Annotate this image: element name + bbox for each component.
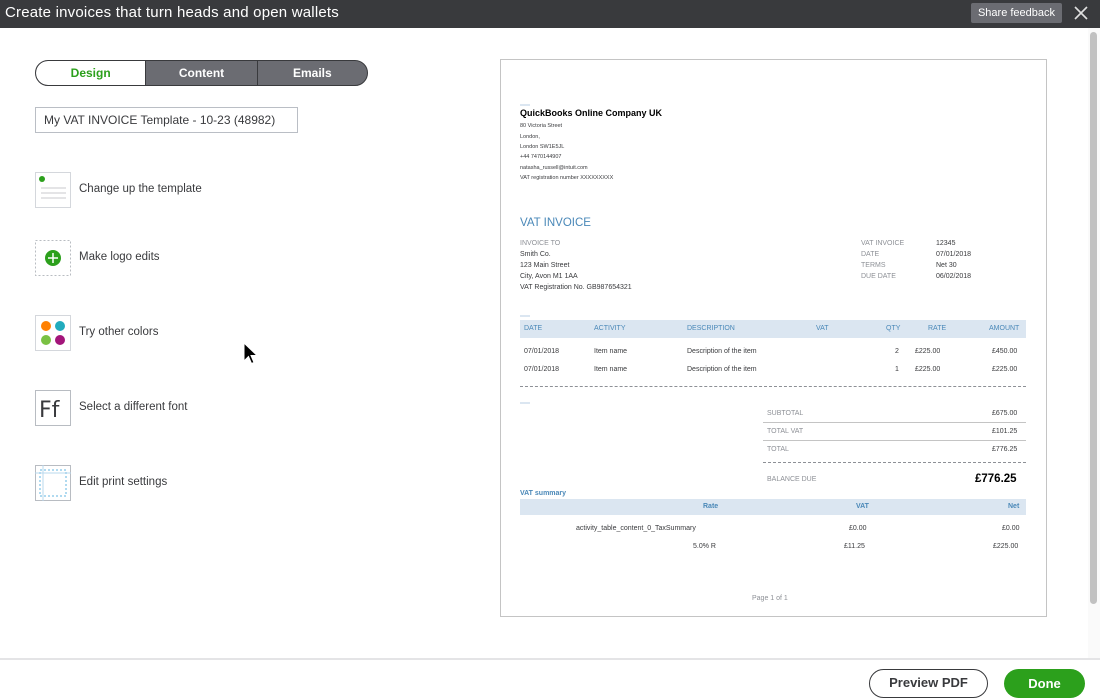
tab-bar: Design Content Emails	[35, 60, 368, 86]
totals-divider	[763, 422, 1026, 423]
template-icon	[35, 172, 71, 208]
font-icon: Ff	[35, 390, 71, 426]
vat-summary-title: VAT summary	[520, 490, 567, 497]
meta-label: VAT INVOICE	[861, 240, 905, 247]
meta-value: 07/01/2018	[936, 251, 972, 258]
vs-row-vat: £11.25	[844, 543, 865, 550]
meta-label: DUE DATE	[861, 273, 896, 280]
invoice-preview: QuickBooks Online Company UK 80 Victoria…	[500, 59, 1047, 617]
bill-to-line: Smith Co.	[520, 251, 551, 258]
logo-edits-option[interactable]: Make logo edits	[35, 240, 295, 276]
col-qty: QTY	[886, 325, 901, 332]
table-divider	[520, 386, 1026, 387]
company-phone: +44 7470144907	[520, 154, 562, 160]
option-label: Make logo edits	[79, 251, 160, 263]
row-rate: £225.00	[915, 348, 941, 355]
company-name: QuickBooks Online Company UK	[520, 108, 663, 118]
meta-value: 06/02/2018	[936, 273, 972, 280]
invoice-to-label: INVOICE TO	[520, 240, 561, 247]
meta-label: DATE	[861, 251, 880, 258]
col-activity: ACTIVITY	[594, 325, 626, 332]
meta-value: Net 30	[936, 262, 957, 269]
col-vat: VAT	[816, 325, 829, 332]
col-amount: AMOUNT	[989, 325, 1020, 332]
total-label: TOTAL	[767, 446, 789, 453]
totals-divider	[763, 440, 1026, 441]
color-palette-icon	[35, 315, 71, 351]
mouse-cursor-icon	[243, 342, 259, 365]
window-title: Create invoices that turn heads and open…	[5, 4, 339, 21]
col-date: DATE	[524, 325, 543, 332]
vs-col-vat: VAT	[856, 503, 869, 510]
vs-row-net: £0.00	[1002, 525, 1020, 532]
select-font-option[interactable]: Ff Select a different font	[35, 390, 295, 426]
row-amount: £225.00	[992, 366, 1018, 373]
row-qty: 1	[895, 366, 899, 373]
balance-due-label: BALANCE DUE	[767, 476, 817, 483]
row-activity: Item name	[594, 366, 628, 373]
vs-col-net: Net	[1008, 503, 1020, 510]
company-address-3: London SW1E5JL	[520, 144, 565, 150]
total-vat-label: TOTAL VAT	[767, 428, 804, 435]
option-label: Select a different font	[79, 401, 188, 413]
row-qty: 2	[895, 348, 899, 355]
table-marker	[520, 315, 530, 317]
print-settings-icon	[35, 465, 71, 501]
subtotal-value: £675.00	[992, 410, 1018, 417]
option-label: Change up the template	[79, 183, 202, 195]
logo-placeholder	[520, 104, 530, 106]
row-date: 07/01/2018	[524, 348, 560, 355]
invoice-title: VAT INVOICE	[520, 217, 591, 229]
tab-content[interactable]: Content	[145, 61, 256, 85]
title-bar: Create invoices that turn heads and open…	[0, 0, 1100, 28]
total-vat-value: £101.25	[992, 428, 1018, 435]
vs-row-vat: £0.00	[849, 525, 867, 532]
company-vat-reg: VAT registration number XXXXXXXXX	[520, 175, 614, 181]
col-rate: RATE	[928, 325, 947, 332]
template-name-input[interactable]	[35, 107, 298, 133]
balance-due-value: £776.25	[975, 473, 1017, 485]
scrollbar-thumb[interactable]	[1090, 32, 1097, 604]
meta-label: TERMS	[861, 262, 886, 269]
tab-emails[interactable]: Emails	[256, 61, 367, 85]
page-number: Page 1 of 1	[752, 595, 788, 602]
row-description: Description of the item	[687, 366, 757, 373]
vs-row-net: £225.00	[993, 543, 1019, 550]
total-value: £776.25	[992, 446, 1018, 453]
row-description: Description of the item	[687, 348, 757, 355]
bill-to-line: City, Avon M1 1AA	[520, 273, 578, 280]
preview-pdf-button[interactable]: Preview PDF	[869, 669, 988, 698]
option-label: Edit print settings	[79, 476, 168, 488]
done-button[interactable]: Done	[1004, 669, 1085, 698]
print-settings-option[interactable]: Edit print settings	[35, 465, 295, 501]
company-address-1: 80 Victoria Street	[520, 123, 563, 129]
change-template-option[interactable]: Change up the template	[35, 172, 295, 208]
svg-text:Ff: Ff	[39, 398, 61, 423]
share-feedback-button[interactable]: Share feedback	[971, 3, 1062, 23]
vs-col-rate: Rate	[703, 503, 719, 510]
col-description: DESCRIPTION	[687, 325, 735, 332]
row-rate: £225.00	[915, 366, 941, 373]
option-label: Try other colors	[79, 326, 159, 338]
totals-dashed-divider	[763, 462, 1026, 463]
close-icon[interactable]	[1072, 4, 1090, 22]
notes-marker	[520, 402, 530, 404]
company-address-2: London,	[520, 134, 540, 140]
row-activity: Item name	[594, 348, 628, 355]
bill-to-line: 123 Main Street	[520, 262, 570, 269]
subtotal-label: SUBTOTAL	[767, 410, 804, 417]
vat-summary-header	[520, 499, 1026, 515]
vs-row-rate: 5.0% R	[693, 543, 716, 550]
company-email: natasha_russell@intuit.com	[520, 165, 588, 171]
vs-row-rate: activity_table_content_0_TaxSummary	[576, 525, 696, 532]
meta-value: 12345	[936, 240, 956, 247]
row-date: 07/01/2018	[524, 366, 560, 373]
tab-design[interactable]: Design	[36, 61, 146, 85]
row-amount: £450.00	[992, 348, 1018, 355]
add-logo-icon	[35, 240, 71, 276]
bill-to-line: VAT Registration No. GB987654321	[520, 284, 632, 291]
